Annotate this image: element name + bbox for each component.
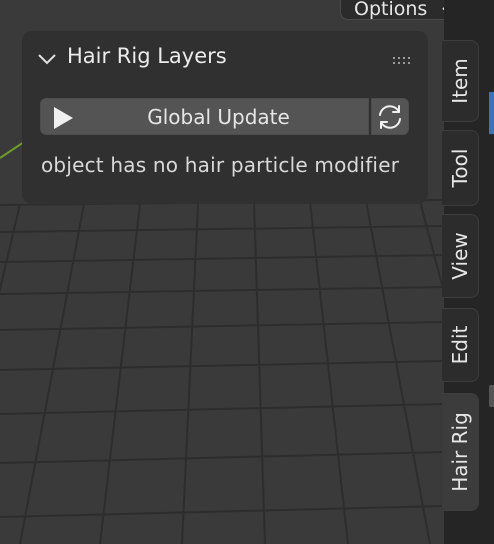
refresh-icon (375, 102, 405, 136)
panel-title: Hair Rig Layers (67, 44, 227, 68)
global-update-label: Global Update (147, 105, 290, 129)
tab-item[interactable]: Item (442, 40, 479, 122)
global-update-button[interactable]: Global Update (40, 98, 369, 135)
tab-edit-label: Edit (448, 325, 472, 365)
tab-item-label: Item (448, 58, 472, 104)
accent-edge (489, 92, 494, 134)
drag-grip-icon[interactable] (392, 51, 414, 70)
collapse-chevron-icon[interactable] (38, 50, 56, 69)
tab-edit[interactable]: Edit (442, 308, 479, 382)
hair-rig-layers-panel: Hair Rig Layers Global Update object has… (22, 31, 428, 204)
refresh-button[interactable] (371, 98, 409, 135)
tab-view[interactable]: View (442, 214, 479, 298)
tab-view-label: View (448, 232, 472, 280)
tab-tool[interactable]: Tool (442, 130, 479, 206)
tab-hair-rig[interactable]: Hair Rig (442, 393, 479, 511)
scroll-edge-nub (489, 385, 494, 407)
options-label: Options (354, 0, 428, 20)
tab-tool-label: Tool (448, 148, 472, 188)
status-message: object has no hair particle modifier (41, 153, 400, 177)
tab-hair-rig-label: Hair Rig (448, 412, 472, 492)
panel-header[interactable]: Hair Rig Layers (22, 31, 428, 81)
